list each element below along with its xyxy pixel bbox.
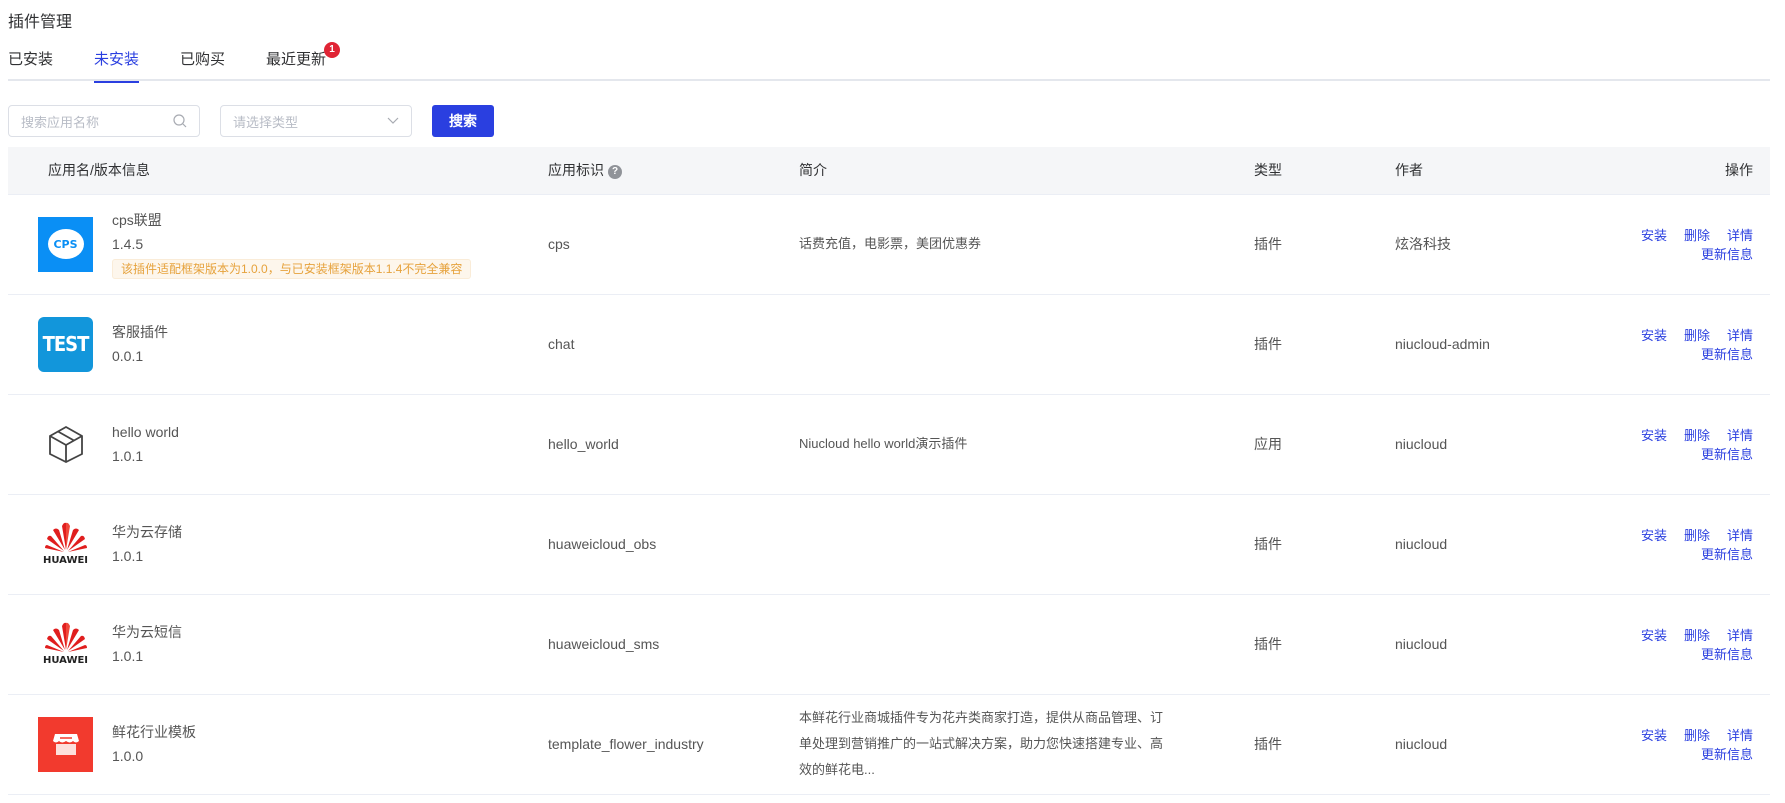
app-key: huaweicloud_sms [548, 594, 799, 695]
update-info-button[interactable]: 更新信息 [1701, 347, 1753, 362]
app-version: 1.0.1 [112, 648, 144, 664]
col-name: 应用名/版本信息 [8, 147, 548, 195]
detail-button[interactable]: 详情 [1727, 528, 1753, 543]
update-info-button[interactable]: 更新信息 [1701, 247, 1753, 262]
tab-recent-updates[interactable]: 最近更新 1 [266, 42, 341, 81]
detail-button[interactable]: 详情 [1727, 328, 1753, 343]
app-desc: 本鲜花行业商城插件专为花卉类商家打造，提供从商品管理、订单处理到营销推广的一站式… [799, 694, 1254, 795]
install-button[interactable]: 安装 [1641, 228, 1667, 243]
app-key: hello_world [548, 394, 799, 495]
app-version: 1.0.1 [112, 548, 144, 564]
install-button[interactable]: 安装 [1641, 628, 1667, 643]
plugin-table: 应用名/版本信息 应用标识? 简介 类型 作者 操作 CPS cps联盟 1.4… [8, 147, 1770, 795]
delete-button[interactable]: 删除 [1684, 228, 1710, 243]
app-type: 插件 [1254, 694, 1395, 795]
app-version: 1.0.1 [112, 448, 144, 464]
tab-installed[interactable]: 已安装 [8, 48, 53, 81]
app-key: cps [548, 194, 799, 295]
app-desc [799, 494, 1254, 595]
table-row: HUAWEI 华为云短信 1.0.1 huaweicloud_sms 插件 ni… [8, 594, 1770, 695]
table-row: HUAWEI 华为云存储 1.0.1 huaweicloud_obs 插件 ni… [8, 494, 1770, 595]
tab-bar: 已安装 未安装 已购买 最近更新 1 [8, 42, 1770, 83]
app-desc [799, 294, 1254, 395]
col-author: 作者 [1395, 147, 1595, 195]
cube-icon [38, 417, 93, 472]
app-desc [799, 594, 1254, 695]
app-author: niucloud [1395, 594, 1595, 695]
app-type: 插件 [1254, 294, 1395, 395]
col-desc: 简介 [799, 147, 1254, 195]
tab-not-installed[interactable]: 未安装 [94, 48, 140, 83]
col-key-label: 应用标识 [548, 162, 604, 179]
help-icon[interactable]: ? [608, 164, 622, 179]
app-type: 应用 [1254, 394, 1395, 495]
install-button[interactable]: 安装 [1641, 528, 1667, 543]
app-type: 插件 [1254, 594, 1395, 695]
app-name: 华为云存储 [112, 524, 182, 540]
tab-purchased[interactable]: 已购买 [180, 48, 225, 81]
install-button[interactable]: 安装 [1641, 428, 1667, 443]
app-name: hello world [112, 424, 179, 440]
table-row: 鲜花行业模板 1.0.0 template_flower_industry 本鲜… [8, 694, 1770, 795]
app-name: 华为云短信 [112, 624, 182, 640]
detail-button[interactable]: 详情 [1727, 628, 1753, 643]
app-version: 1.4.5 [112, 236, 144, 252]
cps-logo: CPS [38, 216, 93, 272]
app-author: niucloud [1395, 494, 1595, 595]
compat-warning: 该插件适配框架版本为1.0.0，与已安装框架版本1.1.4不完全兼容 [112, 259, 472, 279]
col-type: 类型 [1254, 147, 1395, 195]
type-placeholder: 请选择类型 [233, 114, 299, 130]
app-name: cps联盟 [112, 212, 162, 228]
detail-button[interactable]: 详情 [1727, 728, 1753, 743]
app-name: 鲜花行业模板 [112, 724, 196, 740]
table-row: CPS cps联盟 1.4.5 该插件适配框架版本为1.0.0，与已安装框架版本… [8, 194, 1770, 295]
update-info-button[interactable]: 更新信息 [1701, 447, 1753, 462]
delete-button[interactable]: 删除 [1684, 428, 1710, 443]
app-desc: 话费充值，电影票，美团优惠券 [799, 194, 1254, 295]
delete-button[interactable]: 删除 [1684, 528, 1710, 543]
search-input[interactable]: 搜索应用名称 [8, 105, 200, 137]
app-type: 插件 [1254, 194, 1395, 295]
update-info-button[interactable]: 更新信息 [1701, 647, 1753, 662]
table-row: TEST 客服插件 0.0.1 chat 插件 niucloud-admin 安… [8, 294, 1770, 395]
app-type: 插件 [1254, 494, 1395, 595]
app-desc: Niucloud hello world演示插件 [799, 394, 1254, 495]
app-author: niucloud [1395, 694, 1595, 795]
test-logo: TEST [38, 316, 93, 372]
app-version: 1.0.0 [112, 748, 144, 764]
huawei-logo: HUAWEI [38, 617, 93, 672]
store-icon [38, 716, 93, 772]
update-count-badge: 1 [324, 42, 341, 58]
app-key: template_flower_industry [548, 694, 799, 795]
table-row: hello world 1.0.1 hello_world Niucloud h… [8, 394, 1770, 495]
update-info-button[interactable]: 更新信息 [1701, 547, 1753, 562]
tab-label: 最近更新 [266, 51, 327, 68]
search-placeholder: 搜索应用名称 [21, 114, 100, 130]
install-button[interactable]: 安装 [1641, 728, 1667, 743]
app-key: huaweicloud_obs [548, 494, 799, 595]
chevron-down-icon [387, 117, 399, 124]
col-key: 应用标识? [548, 147, 799, 195]
app-version: 0.0.1 [112, 348, 144, 364]
huawei-logo: HUAWEI [38, 517, 93, 572]
app-name: 客服插件 [112, 324, 168, 340]
app-author: niucloud-admin [1395, 294, 1595, 395]
page-title: 插件管理 [8, 14, 73, 31]
delete-button[interactable]: 删除 [1684, 728, 1710, 743]
search-icon [173, 114, 187, 128]
search-button[interactable]: 搜索 [432, 105, 494, 137]
col-actions: 操作 [1595, 147, 1770, 195]
update-info-button[interactable]: 更新信息 [1701, 747, 1753, 762]
app-author: niucloud [1395, 394, 1595, 495]
detail-button[interactable]: 详情 [1727, 228, 1753, 243]
detail-button[interactable]: 详情 [1727, 428, 1753, 443]
install-button[interactable]: 安装 [1641, 328, 1667, 343]
app-key: chat [548, 294, 799, 395]
type-select[interactable]: 请选择类型 [220, 105, 412, 137]
delete-button[interactable]: 删除 [1684, 328, 1710, 343]
app-author: 炫洛科技 [1395, 194, 1595, 295]
delete-button[interactable]: 删除 [1684, 628, 1710, 643]
